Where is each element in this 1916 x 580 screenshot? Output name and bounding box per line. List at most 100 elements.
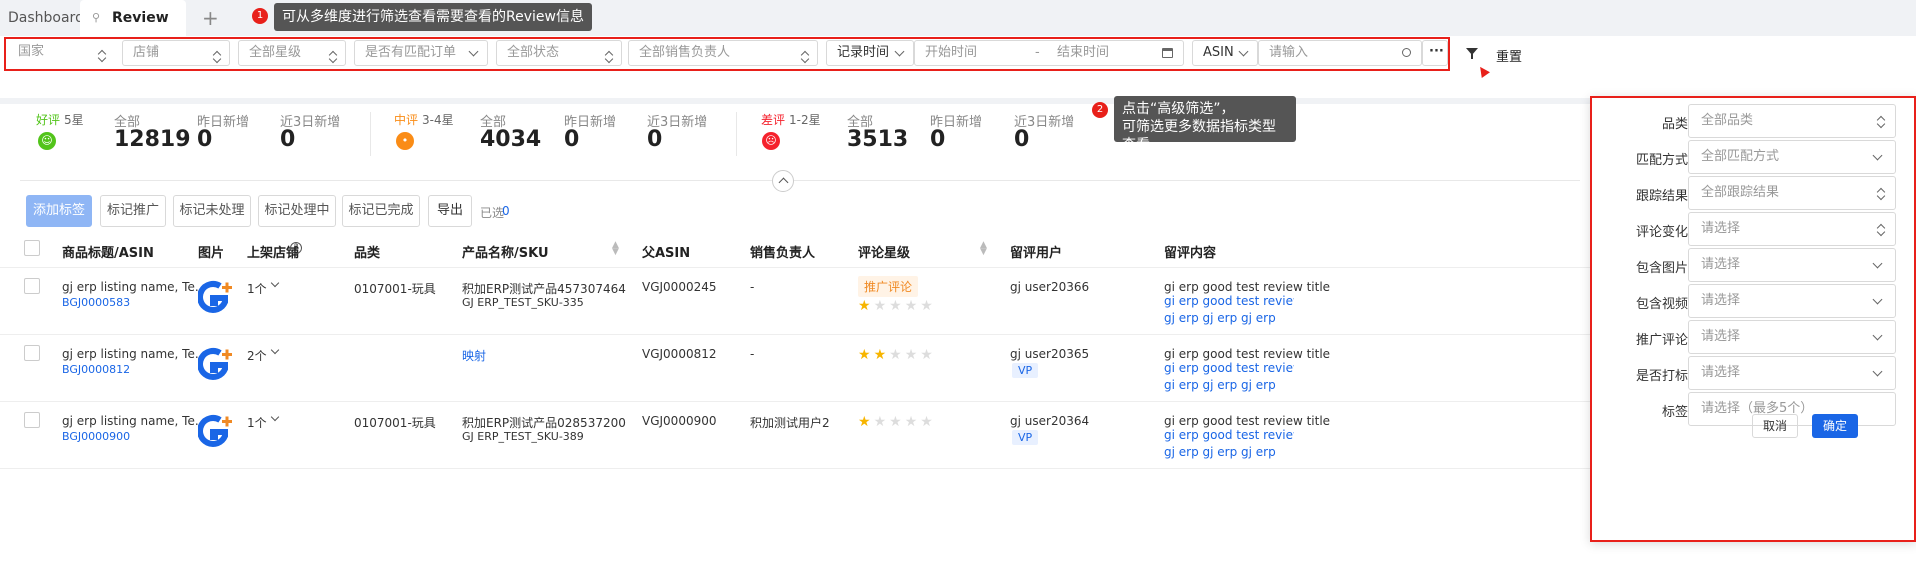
asin-link[interactable]: BGJ0000583 <box>62 296 130 309</box>
filter-bar: 国家 店铺 全部星级 是否有匹配订单 全部状态 全部销售负责人 记录时间 开始时… <box>0 36 1916 98</box>
status-select[interactable]: 全部状态 <box>496 40 622 66</box>
mark-done-button[interactable]: 标记已完成 <box>342 195 420 227</box>
chevron-down-icon[interactable] <box>270 412 280 422</box>
calendar-icon <box>1162 48 1173 58</box>
advanced-filter-icon-stem <box>1471 54 1473 59</box>
listing-title: gj erp listing name, Te... <box>62 280 207 294</box>
pin-icon[interactable]: ⚲ <box>92 0 100 36</box>
vp-badge: VP <box>1012 363 1039 378</box>
star-icon: ★ <box>873 414 887 430</box>
parent-asin: VGJ0000900 <box>642 414 717 428</box>
star-icon: ★ <box>920 298 933 314</box>
panel-field-label: 是否打标 <box>1635 369 1688 384</box>
happy-face-icon: ☺ <box>38 132 56 150</box>
reset-button[interactable]: 重置 <box>1496 46 1522 65</box>
time-type-select[interactable]: 记录时间 <box>826 40 914 66</box>
listing-title: gj erp listing name, Te... <box>62 414 207 428</box>
review-content-link[interactable]: gi erp good test review con <box>1164 428 1294 442</box>
help-icon[interactable]: ? <box>290 242 302 254</box>
country-select[interactable]: 国家 <box>8 40 114 66</box>
panel-field-select[interactable]: 请选择 <box>1688 356 1896 390</box>
sku: GJ ERP_TEST_SKU-335 <box>462 296 584 309</box>
more-button[interactable]: ··· <box>1422 40 1448 66</box>
select-all-checkbox[interactable] <box>24 240 40 256</box>
star-icon: ★ <box>858 414 871 430</box>
asin-link[interactable]: BGJ0000812 <box>62 363 130 376</box>
rating-stars: ★ ★ ★ ★ ★ <box>858 414 936 430</box>
star-icon: ★ <box>889 414 902 430</box>
owner-select[interactable]: 全部销售负责人 <box>628 40 818 66</box>
panel-field: 匹配方式 全部匹配方式 <box>1592 140 1916 174</box>
product-image[interactable] <box>197 414 234 450</box>
cancel-button[interactable]: 取消 <box>1752 414 1798 438</box>
date-range-picker[interactable]: 开始时间 - 结束时间 <box>914 40 1184 66</box>
sales-owner: - <box>750 280 755 294</box>
search-input[interactable]: 请输入 <box>1258 40 1422 66</box>
confirm-button[interactable]: 确定 <box>1812 414 1858 438</box>
panel-field-select[interactable]: 请选择 <box>1688 212 1896 246</box>
mark-handling-button[interactable]: 标记处理中 <box>258 195 336 227</box>
shop-count[interactable]: 1个 <box>247 414 267 431</box>
panel-field-select[interactable]: 全部品类 <box>1688 104 1896 138</box>
row-checkbox[interactable] <box>24 412 40 428</box>
review-user: gj user20364 <box>1010 414 1090 428</box>
collapse-button[interactable] <box>772 170 794 192</box>
product-image[interactable] <box>197 347 234 383</box>
search-field-select[interactable]: ASIN <box>1192 40 1258 66</box>
selected-count: 0 <box>502 204 510 218</box>
matched-order-select[interactable]: 是否有匹配订单 <box>354 40 488 66</box>
panel-field-select[interactable]: 请选择 <box>1688 248 1896 282</box>
advanced-filter-panel: 品类 全部品类 匹配方式 全部匹配方式 跟踪结果 全部跟踪结果 评论变化 请选择… <box>1590 96 1916 542</box>
star-icon: ★ <box>920 347 933 363</box>
sort-icon[interactable]: ▲ ▼ <box>980 241 987 257</box>
tab-dashboard[interactable]: Dashboard <box>8 0 84 36</box>
row-checkbox[interactable] <box>24 278 40 294</box>
star-icon: ★ <box>889 347 902 363</box>
product-image[interactable] <box>197 280 234 316</box>
mark-unhandled-button[interactable]: 标记未处理 <box>173 195 251 227</box>
panel-field: 推广评论 请选择 <box>1592 320 1916 354</box>
sku: GJ ERP_TEST_SKU-389 <box>462 430 584 443</box>
panel-field-label: 跟踪结果 <box>1635 189 1688 204</box>
shop-count[interactable]: 1个 <box>247 280 267 297</box>
review-body[interactable]: gi erp gj erp gj erp <box>1164 378 1276 392</box>
tip2-badge: 2 <box>1092 102 1108 118</box>
search-icon[interactable] <box>1402 48 1411 57</box>
panel-field-select[interactable]: 请选择 <box>1688 320 1896 354</box>
row-checkbox[interactable] <box>24 345 40 361</box>
panel-field-label: 标签 <box>1661 405 1688 420</box>
tab-review[interactable]: ⚲ Review <box>80 0 186 36</box>
stars-select[interactable]: 全部星级 <box>238 40 346 66</box>
mark-promo-button[interactable]: 标记推广 <box>100 195 166 227</box>
shop-count[interactable]: 2个 <box>247 347 267 364</box>
panel-field-select[interactable]: 请选择 <box>1688 284 1896 318</box>
sort-icon[interactable]: ▲ ▼ <box>612 241 619 257</box>
panel-field-select[interactable]: 全部跟踪结果 <box>1688 176 1896 210</box>
table-row[interactable]: gj erp listing name, Te... BGJ0000900 1个 01… <box>0 402 1590 469</box>
chevron-down-icon[interactable] <box>270 345 280 355</box>
star-icon: ★ <box>873 347 887 363</box>
export-button[interactable]: 导出 <box>428 195 472 227</box>
add-tag-button[interactable]: 添加标签 <box>26 195 92 227</box>
sales-owner: 积加测试用户2 <box>750 416 830 430</box>
review-body[interactable]: gj erp gj erp gj erp <box>1164 445 1276 459</box>
review-content-link[interactable]: gi erp good test review con <box>1164 294 1294 308</box>
star-icon: ★ <box>904 347 918 363</box>
star-icon: ★ <box>904 298 918 314</box>
chevron-down-icon[interactable] <box>270 278 280 288</box>
add-tab-button[interactable]: + <box>202 0 219 36</box>
panel-field: 评论变化 请选择 <box>1592 212 1916 246</box>
panel-field-select[interactable]: 全部匹配方式 <box>1688 140 1896 174</box>
table-row[interactable]: gj erp listing name, Te... BGJ0000812 2个 映射… <box>0 335 1590 402</box>
end-date[interactable]: 结束时间 <box>1057 41 1109 65</box>
start-date[interactable]: 开始时间 <box>925 45 977 60</box>
asin-link[interactable]: BGJ0000900 <box>62 430 130 443</box>
shop-select[interactable]: 店铺 <box>122 40 230 66</box>
category: 0107001-玩具 <box>354 416 436 430</box>
review-body[interactable]: gj erp gj erp gj erp <box>1164 311 1276 325</box>
product-name[interactable]: 映射 <box>462 347 486 364</box>
table-row[interactable]: gj erp listing name, Te... BGJ0000583 1个 01… <box>0 268 1590 335</box>
review-content-link[interactable]: gi erp good test review con <box>1164 361 1294 375</box>
tip1-tooltip: 可从多维度进行筛选查看需要查看的Review信息 <box>274 3 592 31</box>
tip1-badge: 1 <box>252 8 268 24</box>
